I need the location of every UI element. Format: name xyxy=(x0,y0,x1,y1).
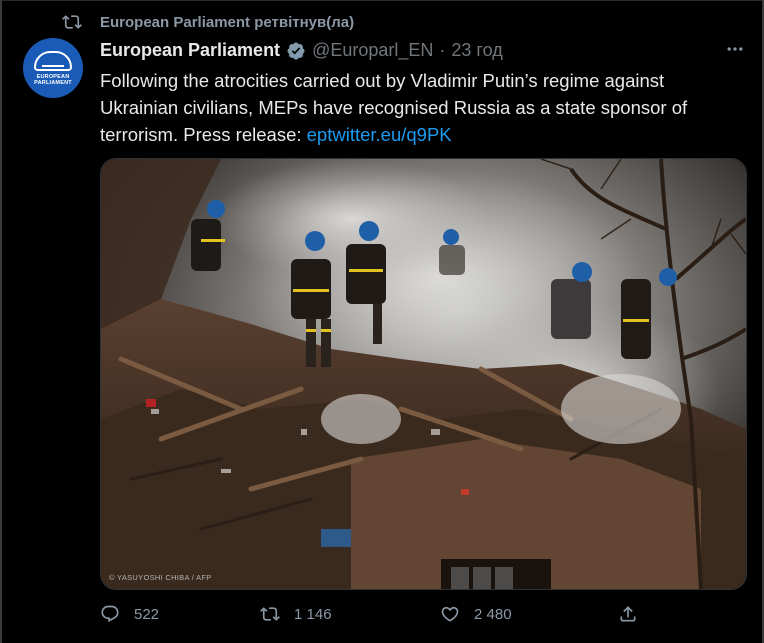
header-separator: · xyxy=(439,40,446,60)
reply-button[interactable]: 522 xyxy=(100,604,159,624)
avatar[interactable]: EUROPEAN PARLIAMENT xyxy=(23,38,83,98)
reply-count: 522 xyxy=(134,605,160,623)
author-handle[interactable]: @Europarl_EN xyxy=(312,40,433,61)
retweet-context-label: European Parliament ретвітнув(ла) xyxy=(100,13,355,31)
tweet-text: Following the atrocities carried out by … xyxy=(100,67,740,148)
tweet-header: European Parliament @Europarl_EN · 23 го… xyxy=(100,40,503,61)
like-button[interactable]: 2 480 xyxy=(440,604,512,624)
window-left-border xyxy=(0,0,2,643)
verified-badge-icon xyxy=(286,41,306,61)
window-top-border xyxy=(0,0,764,1)
more-icon xyxy=(725,39,745,64)
tweet-timestamp[interactable]: 23 год xyxy=(451,40,502,61)
photo-credit: © YASUYOSHI CHIBA / AFP xyxy=(109,573,212,582)
retweet-count: 1 146 xyxy=(294,605,332,623)
parliament-logo-icon xyxy=(34,50,72,71)
like-icon xyxy=(440,604,460,624)
retweet-context[interactable]: European Parliament ретвітнув(ла) xyxy=(62,12,354,32)
retweet-button[interactable]: 1 146 xyxy=(260,604,332,624)
share-icon xyxy=(618,604,638,624)
avatar-logo-text: EUROPEAN PARLIAMENT xyxy=(34,73,72,86)
retweet-icon xyxy=(62,12,82,32)
share-button[interactable] xyxy=(618,604,638,624)
tweet-photo[interactable]: © YASUYOSHI CHIBA / AFP xyxy=(100,158,747,590)
tweet-actions: 522 1 146 2 480 xyxy=(100,604,750,632)
like-count: 2 480 xyxy=(474,605,512,623)
author-name[interactable]: European Parliament xyxy=(100,40,280,61)
more-button[interactable] xyxy=(724,40,746,62)
rubble-scene-image xyxy=(101,159,746,589)
press-release-link[interactable]: eptwitter.eu/q9PK xyxy=(307,124,452,145)
reply-icon xyxy=(100,604,120,624)
retweet-icon xyxy=(260,604,280,624)
